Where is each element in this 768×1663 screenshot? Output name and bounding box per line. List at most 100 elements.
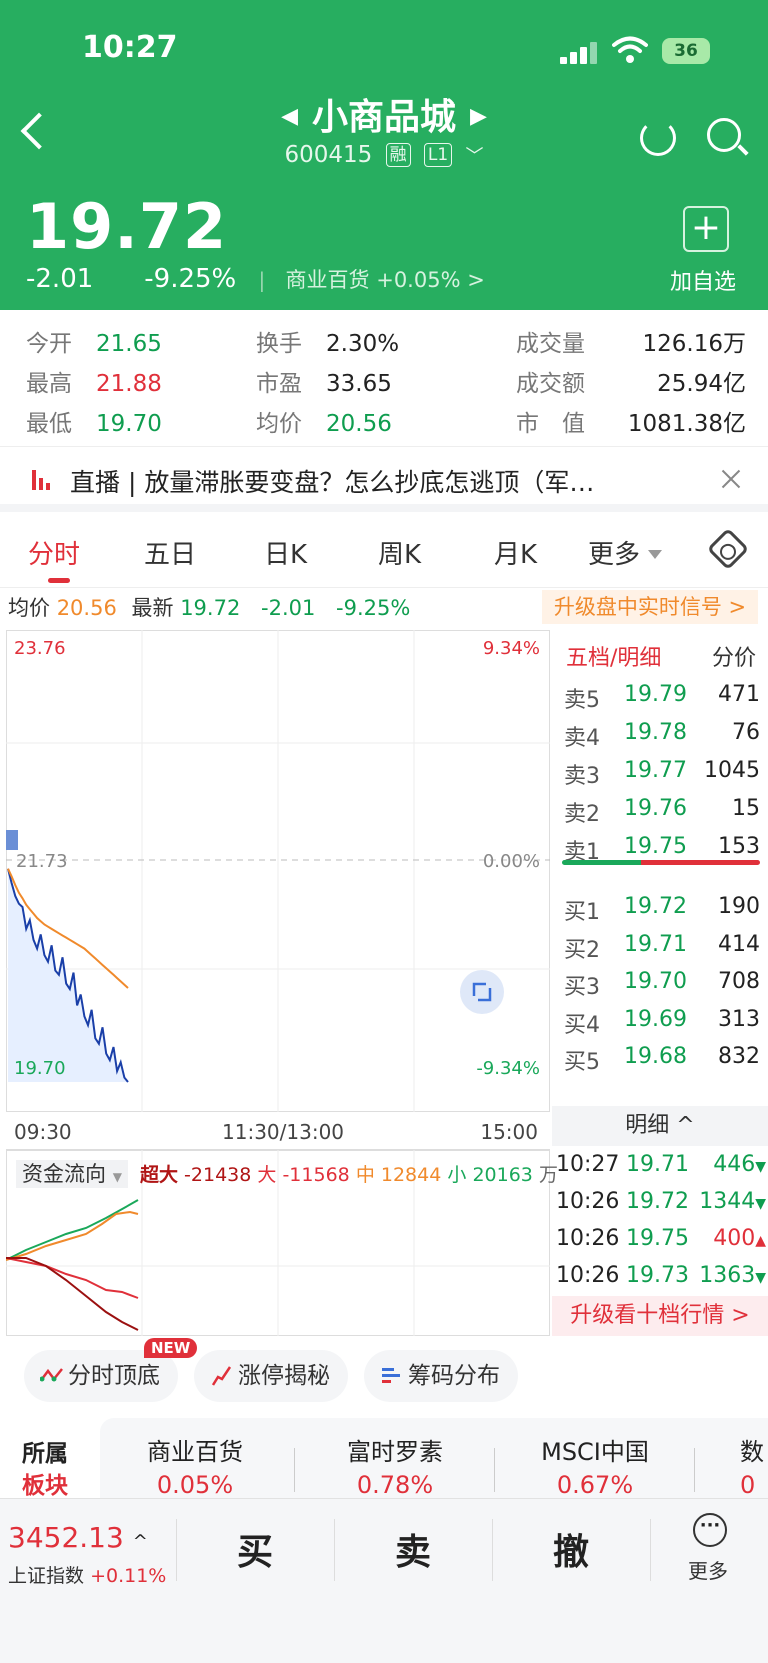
ask-volume: 153 <box>718 834 760 859</box>
next-stock-icon[interactable]: ▶ <box>470 104 487 129</box>
upgrade-ten-level-button[interactable]: 升级看十档行情 > <box>552 1296 768 1336</box>
ask-row[interactable]: 卖2 19.76 15 <box>564 796 760 834</box>
trade-tick-row: 10:26 19.73 1363▼ <box>556 1263 766 1299</box>
status-time: 10:27 <box>82 30 178 65</box>
bid-price: 19.70 <box>624 969 687 994</box>
sector-strip-label: 所属 板块 <box>22 1441 68 1498</box>
sector-item[interactable]: 数0 <box>700 1432 768 1498</box>
margin-badge: 融 <box>385 143 411 167</box>
prev-stock-icon[interactable]: ◀ <box>281 104 298 129</box>
chart-tabs: 分时 五日 日K 周K 月K 更多 <box>0 518 768 588</box>
live-banner[interactable]: 直播 | 放量滞胀要变盘？怎么抄底怎逃顶（军… <box>0 446 768 512</box>
search-icon[interactable] <box>707 118 741 152</box>
signal-icon <box>560 42 600 64</box>
stat-pe: 市盈 33.65 <box>256 371 392 397</box>
bid-label: 买2 <box>564 937 600 963</box>
sell-button[interactable]: 卖 <box>338 1523 488 1575</box>
battery-icon: 36 <box>662 38 710 64</box>
tab-weekly-k[interactable]: 周K <box>378 534 421 571</box>
bid-ask-ratio-bar <box>562 860 760 865</box>
close-icon[interactable] <box>720 467 742 489</box>
upgrade-signal-button[interactable]: 升级盘中实时信号 > <box>542 590 758 624</box>
index-value[interactable]: 3452.13 ^ <box>8 1521 148 1554</box>
refresh-icon[interactable] <box>640 120 676 156</box>
tick-time: 10:27 <box>556 1152 620 1177</box>
bid-row[interactable]: 买3 19.70 708 <box>564 969 760 1007</box>
bid-row[interactable]: 买2 19.71 414 <box>564 932 760 970</box>
live-title[interactable]: 直播 | 放量滞胀要变盘？怎么抄底怎逃顶（军… <box>70 463 594 499</box>
add-watchlist-label[interactable]: 加自选 <box>670 264 736 296</box>
divider <box>176 1519 177 1581</box>
more-label[interactable]: 更多 <box>688 1555 728 1584</box>
add-watchlist-button[interactable]: + <box>683 206 729 252</box>
buy-button[interactable]: 买 <box>180 1523 330 1575</box>
bid-volume: 190 <box>718 894 760 919</box>
tab-intraday[interactable]: 分时 <box>28 534 80 571</box>
sector-item[interactable]: 商业百货 0.05% <box>100 1432 290 1498</box>
ask-row[interactable]: 卖5 19.79 471 <box>564 682 760 720</box>
intraday-chart[interactable]: 23.76 21.73 19.70 9.34% 0.00% -9.34% <box>6 630 550 1112</box>
tick-price: 19.72 <box>626 1189 689 1214</box>
fullscreen-icon[interactable] <box>460 970 504 1014</box>
ask-volume: 76 <box>732 720 760 745</box>
ask-price: 19.78 <box>624 720 687 745</box>
bid-row[interactable]: 买5 19.68 832 <box>564 1044 760 1082</box>
bid-price: 19.69 <box>624 1006 687 1032</box>
bid-volume: 832 <box>718 1044 760 1069</box>
tool-limit-up[interactable]: 涨停揭秘 <box>194 1350 348 1402</box>
bid-row[interactable]: 买1 19.72 190 <box>564 894 760 932</box>
stat-avg: 均价 20.56 <box>256 411 392 437</box>
live-bars-icon <box>32 468 54 490</box>
book-tab-price[interactable]: 分价 <box>712 640 756 672</box>
bottom-trade-bar: 3452.13 ^ 上证指数 +0.11% 买 卖 撤 ··· 更多 <box>0 1498 768 1663</box>
divider <box>492 1519 493 1581</box>
tab-daily-k[interactable]: 日K <box>264 534 307 571</box>
ask-row[interactable]: 卖3 19.77 1045 <box>564 758 760 796</box>
tab-five-day[interactable]: 五日 <box>144 534 196 571</box>
detail-toggle[interactable]: 明细 ^ <box>552 1106 768 1146</box>
bid-volume: 708 <box>718 969 760 994</box>
arrow-down-icon: ▼ <box>755 1196 766 1212</box>
book-tab-depth[interactable]: 五档/明细 <box>566 640 661 672</box>
divider <box>334 1519 335 1581</box>
x-tick-label: 15:00 <box>480 1120 538 1144</box>
ask-row[interactable]: 卖1 19.75 153 <box>564 834 760 872</box>
ask-label: 卖3 <box>564 764 600 789</box>
bid-price: 19.68 <box>624 1044 687 1069</box>
chart-area[interactable]: 23.76 21.73 19.70 9.34% 0.00% -9.34% 09:30 11… <box>6 630 558 1336</box>
sector-strip: 所属 板块 商业百货 0.05% 富时罗素 0.78% MSCI中国 0.67% 数0 <box>0 1418 768 1498</box>
cancel-order-button[interactable]: 撤 <box>496 1523 646 1575</box>
current-price: 19.72 <box>26 190 228 263</box>
ask-row[interactable]: 卖4 19.78 76 <box>564 720 760 758</box>
bid-volume: 313 <box>718 1006 760 1032</box>
trade-tick-row: 10:26 19.75 400▲ <box>556 1226 766 1262</box>
tab-more[interactable]: 更多 <box>588 534 663 571</box>
index-name[interactable]: 上证指数 +0.11% <box>8 1561 166 1588</box>
sector-link[interactable]: 商业百货 +0.05% > <box>286 264 485 294</box>
sector-item[interactable]: MSCI中国 0.67% <box>500 1432 690 1498</box>
arrow-down-icon: ▼ <box>755 1270 766 1286</box>
ask-price: 19.79 <box>624 682 687 707</box>
pct-top-label: 9.34% <box>483 638 540 659</box>
fund-flow-legend: 资金流向 ▼ 超大 -21438 大 -11568 中 12844 小 2016… <box>16 1158 558 1188</box>
chevron-down-icon[interactable]: ﹀ <box>466 146 484 167</box>
divider <box>694 1448 695 1492</box>
x-tick-label: 11:30/13:00 <box>222 1120 345 1144</box>
bid-label: 买5 <box>564 1050 600 1075</box>
divider <box>494 1448 495 1492</box>
order-book: 五档/明细 分价 卖5 19.79 471 卖4 19.78 76 卖3 19.77 1045 卖… <box>552 630 768 1336</box>
more-dots-icon[interactable]: ··· <box>693 1513 727 1547</box>
sector-item[interactable]: 富时罗素 0.78% <box>300 1432 490 1498</box>
stat-market-cap: 市 值 1081.38亿 <box>516 411 746 437</box>
tab-monthly-k[interactable]: 月K <box>494 534 537 571</box>
tool-chip-distribution[interactable]: 筹码分布 <box>364 1350 518 1402</box>
caret-down-icon <box>648 550 663 559</box>
y-bottom-label: 19.70 <box>14 1058 66 1079</box>
bid-row[interactable]: 买4 19.69 313 <box>564 1007 760 1045</box>
bid-label: 买1 <box>564 900 600 925</box>
fund-flow-dropdown[interactable]: 资金流向 ▼ <box>16 1160 128 1188</box>
tick-time: 10:26 <box>556 1226 620 1251</box>
signal-marker <box>6 830 18 850</box>
tick-time: 10:26 <box>556 1263 620 1288</box>
ask-volume: 471 <box>718 682 760 707</box>
